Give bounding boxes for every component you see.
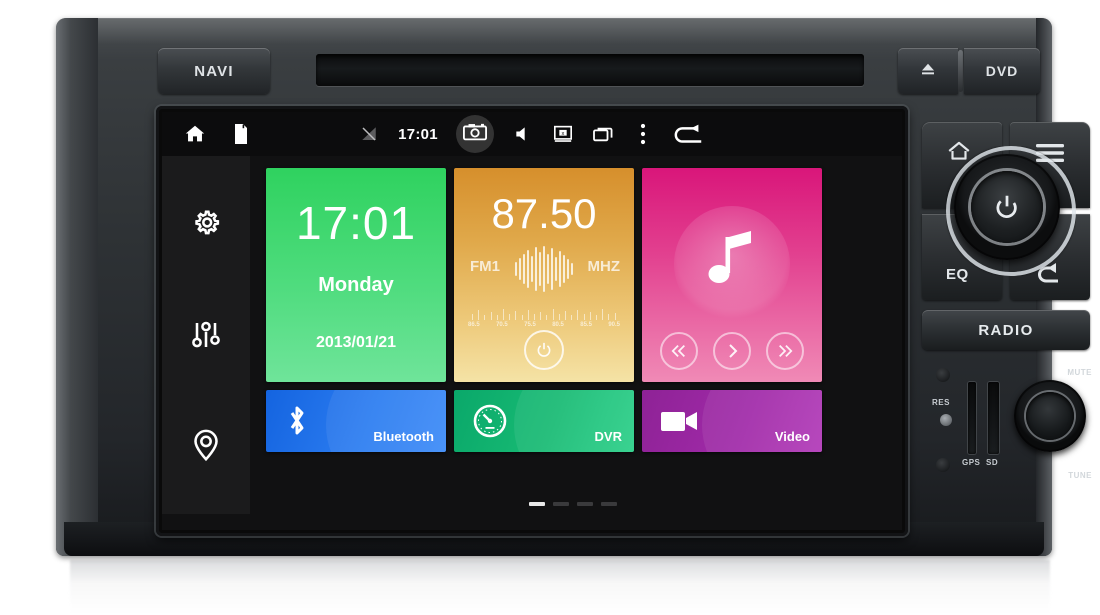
sd-card-slot[interactable]	[988, 382, 999, 454]
gauge-icon	[472, 403, 508, 439]
hw-tune-label: TUNE	[1068, 471, 1092, 480]
screen-off-icon[interactable]: x	[552, 123, 574, 145]
gps-slot-label: GPS	[962, 458, 981, 467]
tile-music[interactable]	[642, 168, 822, 382]
bezel-button-divider	[958, 50, 963, 92]
camera-button[interactable]	[455, 115, 494, 153]
eject-button[interactable]	[898, 48, 958, 94]
tile-radio[interactable]: 87.50 FM1 MHZ 86.5 70.5 75.5 80.5 85.5 9…	[454, 168, 634, 382]
play-icon[interactable]	[712, 332, 751, 370]
device-bezel-left	[56, 18, 98, 556]
eject-icon	[919, 60, 937, 83]
volume-icon[interactable]	[512, 123, 534, 145]
hw-mute-label: MUTE	[1067, 368, 1092, 377]
hw-power-knob[interactable]	[954, 154, 1060, 260]
dial-label: 80.5	[552, 322, 564, 328]
music-note-icon	[705, 230, 759, 295]
hardware-control-panel: EQ RADIO RES GPS SD MUTE TUNE	[918, 114, 1094, 534]
panel-screw	[936, 368, 950, 382]
hw-reset-button[interactable]	[940, 414, 952, 426]
dial-label: 86.5	[468, 322, 480, 328]
status-bar-clock: 17:01	[398, 125, 438, 143]
dvd-button-label: DVD	[985, 63, 1019, 79]
page-indicator[interactable]	[258, 502, 888, 506]
tile-dvr[interactable]: DVR	[454, 390, 634, 452]
camera-icon	[462, 122, 487, 147]
touchscreen[interactable]: 17:01 x 17:01 Monday 2013/01/21 87.50 FM…	[162, 112, 902, 530]
radio-power-button[interactable]	[524, 330, 564, 370]
music-controls	[642, 332, 822, 370]
bluetooth-icon	[284, 403, 310, 439]
radio-waveform	[515, 246, 573, 292]
dial-label: 85.5	[580, 322, 592, 328]
navi-button[interactable]: NAVI	[158, 48, 270, 94]
page-dot-1[interactable]	[529, 502, 545, 506]
recent-apps-icon[interactable]	[592, 123, 614, 145]
status-bar: 17:01 x	[162, 112, 902, 156]
hw-lower-panel: RES GPS SD MUTE TUNE	[918, 358, 1094, 486]
home-tiles: 17:01 Monday 2013/01/21 87.50 FM1 MHZ 86…	[258, 164, 888, 484]
page-dot-4[interactable]	[601, 502, 617, 506]
radio-tile-band: FM1	[470, 258, 500, 275]
sidebar-item-navigation[interactable]	[186, 425, 226, 465]
hw-radio-label: RADIO	[978, 321, 1034, 339]
radio-tile-frequency: 87.50	[491, 190, 597, 237]
tile-dvr-label: DVR	[594, 429, 622, 444]
back-arrow-icon[interactable]	[672, 123, 706, 145]
radio-dial-labels: 86.5 70.5 75.5 80.5 85.5 90.5	[468, 322, 620, 328]
page-dot-3[interactable]	[577, 502, 593, 506]
hw-eq-label: EQ	[946, 266, 969, 283]
dial-label: 90.5	[608, 322, 620, 328]
next-track-icon[interactable]	[766, 332, 805, 370]
status-bar-center: 17:01 x	[162, 115, 902, 153]
dial-label: 70.5	[496, 322, 508, 328]
page-dot-2[interactable]	[553, 502, 569, 506]
overflow-menu-icon[interactable]	[632, 123, 654, 145]
radio-tile-unit: MHZ	[587, 258, 621, 275]
clock-tile-date: 2013/01/21	[315, 334, 397, 351]
hw-radio-button[interactable]: RADIO	[922, 310, 1090, 350]
sd-slot-label: SD	[986, 458, 999, 467]
sidebar-item-equalizer[interactable]	[186, 315, 226, 355]
top-bezel: NAVI DVD	[102, 40, 1040, 102]
clock-tile-weekday: Monday	[318, 274, 394, 296]
car-head-unit-device: NAVI DVD 17:01 x 17:01 Monday 2013/01/21…	[56, 18, 1092, 556]
screenshot-stage: NAVI DVD 17:01 x 17:01 Monday 2013/01/21…	[0, 0, 1100, 615]
hw-res-label: RES	[932, 398, 950, 407]
previous-track-icon[interactable]	[659, 332, 698, 370]
tile-video-label: Video	[774, 429, 810, 444]
dial-label: 75.5	[524, 322, 536, 328]
power-knob-icon	[971, 171, 1043, 243]
screen-sidebar	[162, 156, 250, 514]
sidebar-item-settings[interactable]	[186, 205, 226, 245]
panel-screw	[936, 458, 950, 472]
navi-button-label: NAVI	[194, 62, 234, 80]
radio-dial-ticks	[472, 306, 616, 320]
tile-clock[interactable]: 17:01 Monday 2013/01/21	[266, 168, 446, 382]
svg-text:x: x	[562, 131, 565, 137]
touchscreen-frame: 17:01 x 17:01 Monday 2013/01/21 87.50 FM…	[156, 106, 908, 536]
gps-card-slot[interactable]	[968, 382, 976, 454]
signal-off-icon	[358, 123, 380, 145]
cd-slot[interactable]	[316, 54, 864, 86]
dvd-button[interactable]: DVD	[964, 48, 1040, 94]
tile-video[interactable]: Video	[642, 390, 822, 452]
hw-volume-tune-knob[interactable]	[1014, 380, 1086, 452]
device-reflection	[70, 560, 1050, 612]
tile-bluetooth[interactable]: Bluetooth	[266, 390, 446, 452]
tile-bluetooth-label: Bluetooth	[373, 429, 434, 444]
clock-tile-time: 17:01	[295, 197, 417, 249]
video-camera-icon	[660, 407, 700, 435]
